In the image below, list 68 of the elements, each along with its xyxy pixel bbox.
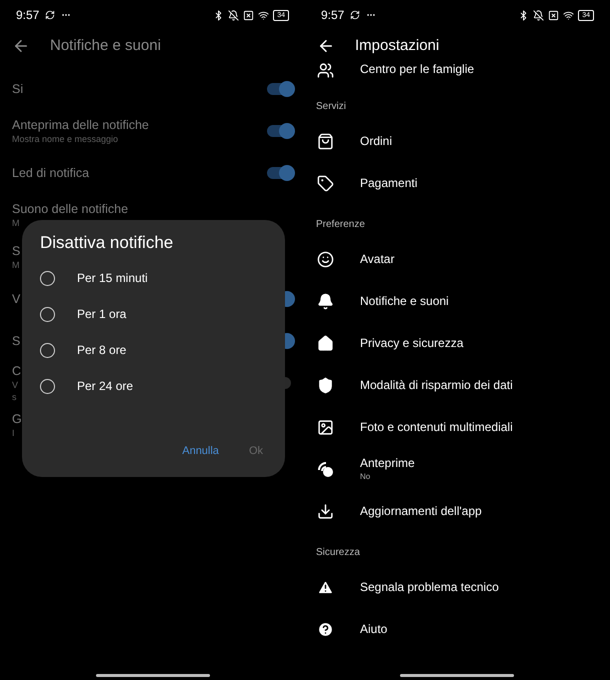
screen-title: Impostazioni (355, 36, 440, 56)
bell-off-icon (533, 10, 544, 20)
screen-title: Notifiche e suoni (50, 36, 161, 56)
radio-button[interactable] (40, 378, 55, 394)
setting-subtitle: Mostra nome e messaggio (12, 133, 120, 145)
setting-subtitle: V (12, 379, 20, 391)
sync-icon (350, 10, 360, 20)
section-header: Servizi (316, 100, 346, 114)
bell-icon (317, 292, 334, 310)
bluetooth-icon (518, 10, 530, 20)
menu-item[interactable]: Modalità di risparmio dei dati (305, 364, 610, 406)
setting-label: Led di notifica (12, 165, 90, 181)
house-icon (317, 334, 334, 352)
setting-label: Si (12, 81, 24, 97)
status-time: 9:57 (321, 7, 344, 24)
people-icon (317, 62, 334, 79)
radio-button[interactable] (40, 270, 55, 286)
image-icon (317, 418, 334, 436)
setting-subtitle: M (12, 217, 20, 229)
setting-subtitle: I (12, 427, 16, 439)
dialog-button[interactable]: Annulla (182, 442, 219, 459)
square-x-icon (243, 10, 254, 20)
status-time: 9:57 (16, 7, 40, 24)
bell-off-icon (228, 10, 240, 20)
wifi-icon (563, 10, 574, 20)
menu-item[interactable]: Avatar (305, 238, 610, 280)
menu-item[interactable]: Ordini (305, 120, 610, 162)
back-icon[interactable] (12, 37, 30, 55)
menu-item[interactable]: Segnala problema tecnico (305, 566, 610, 608)
setting-subtitle: s (12, 391, 18, 403)
menu-item[interactable]: Pagamenti (305, 162, 610, 204)
bag-icon (317, 132, 334, 150)
setting-label: V (12, 291, 20, 307)
back-icon[interactable] (317, 37, 335, 55)
tag-icon (317, 174, 334, 192)
dialog-title: Disattiva notifiche (40, 232, 174, 254)
radio-option[interactable]: Per 24 ore (40, 368, 267, 404)
setting-subtitle: M (12, 259, 20, 271)
radio-button[interactable] (40, 306, 55, 322)
setting-label: Suono delle notifiche (12, 201, 128, 217)
setting-label: G (12, 411, 22, 427)
radio-option[interactable]: Per 8 ore (40, 332, 267, 368)
download-icon (317, 502, 334, 520)
bluetooth-icon (213, 10, 224, 20)
setting-label: Anteprima delle notifiche (12, 117, 149, 133)
wifi-icon (258, 10, 270, 20)
radio-option[interactable]: Per 1 ora (40, 296, 267, 332)
radio-button[interactable] (40, 342, 55, 358)
sync-icon (45, 10, 56, 20)
setting-label: C (12, 363, 22, 379)
setting-label: S (12, 243, 20, 259)
menu-item[interactable]: Aiuto (305, 608, 610, 650)
menu-item[interactable]: Aggiornamenti dell'app (305, 490, 610, 532)
face-icon (317, 250, 334, 268)
shield-icon (317, 376, 334, 394)
menu-item[interactable]: Privacy e sicurezza (305, 322, 610, 364)
section-header: Preferenze (316, 218, 365, 232)
help-icon (317, 620, 334, 638)
setting-label: S (12, 333, 20, 349)
menu-item[interactable]: Centro per le famiglie (305, 62, 610, 86)
section-header: Sicurezza (316, 546, 360, 560)
menu-item[interactable]: Foto e contenuti multimediali (305, 406, 610, 448)
menu-item[interactable]: Notifiche e suoni (305, 280, 610, 322)
radio-option[interactable]: Per 15 minuti (40, 260, 267, 296)
warning-icon (317, 578, 334, 596)
square-x-icon (548, 10, 560, 20)
menu-item[interactable]: Anteprime No (305, 448, 610, 490)
circles-icon (317, 460, 334, 478)
